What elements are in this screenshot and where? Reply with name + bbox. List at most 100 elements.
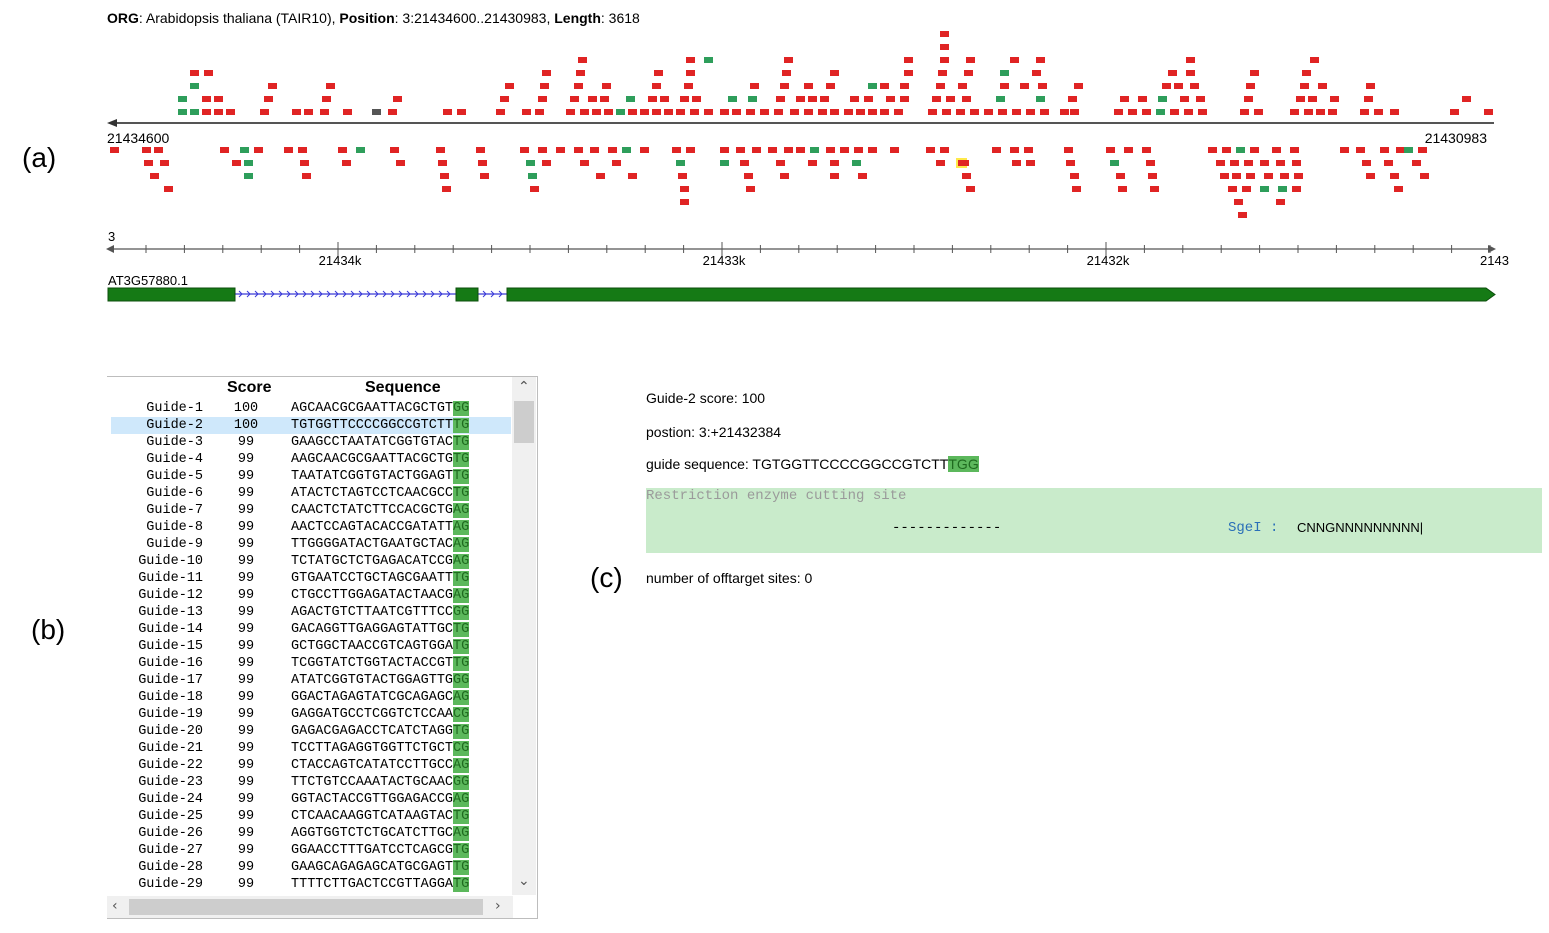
crispr-site-marker[interactable] (1316, 109, 1325, 115)
crispr-site-marker[interactable] (1250, 147, 1259, 153)
crispr-site-marker[interactable] (868, 83, 877, 89)
crispr-site-marker[interactable] (1246, 173, 1255, 179)
crispr-site-marker[interactable] (732, 109, 741, 115)
horizontal-scroll-thumb[interactable] (129, 899, 483, 915)
table-row[interactable]: Guide-8 99 AACTCCAGTACACCGATATTAG (111, 519, 511, 536)
crispr-site-marker[interactable] (1026, 160, 1035, 166)
crispr-site-marker[interactable] (1162, 83, 1171, 89)
crispr-site-marker[interactable] (538, 147, 547, 153)
crispr-site-marker[interactable] (164, 186, 173, 192)
crispr-site-marker[interactable] (590, 147, 599, 153)
crispr-site-marker[interactable] (232, 160, 241, 166)
crispr-site-marker[interactable] (1356, 147, 1365, 153)
crispr-site-marker[interactable] (1148, 173, 1157, 179)
crispr-site-marker[interactable] (574, 147, 583, 153)
crispr-sites-group[interactable] (110, 31, 1493, 218)
crispr-site-marker[interactable] (356, 147, 365, 153)
crispr-site-marker[interactable] (1020, 83, 1029, 89)
crispr-site-marker[interactable] (150, 173, 159, 179)
crispr-site-marker[interactable] (678, 173, 687, 179)
crispr-site-marker[interactable] (440, 173, 449, 179)
crispr-site-marker[interactable] (1292, 186, 1301, 192)
crispr-site-marker[interactable] (1404, 147, 1413, 153)
crispr-site-marker[interactable] (520, 147, 529, 153)
crispr-site-marker[interactable] (1396, 147, 1405, 153)
crispr-site-marker[interactable] (602, 83, 611, 89)
crispr-site-marker[interactable] (304, 109, 313, 115)
crispr-site-marker[interactable] (900, 83, 909, 89)
crispr-site-marker[interactable] (720, 109, 729, 115)
crispr-site-marker[interactable] (1296, 96, 1305, 102)
selected-site-marker[interactable] (958, 160, 967, 166)
crispr-site-marker[interactable] (1302, 70, 1311, 76)
crispr-site-marker[interactable] (284, 147, 293, 153)
crispr-site-marker[interactable] (956, 109, 965, 115)
crispr-site-marker[interactable] (672, 147, 681, 153)
crispr-site-marker[interactable] (596, 173, 605, 179)
crispr-site-marker[interactable] (1300, 83, 1309, 89)
crispr-site-marker[interactable] (110, 147, 119, 153)
crispr-site-marker[interactable] (1186, 57, 1195, 63)
table-row[interactable]: Guide-7 99 CAACTCTATCTTCCACGCTGAG (111, 502, 511, 519)
crispr-site-marker[interactable] (522, 109, 531, 115)
table-row[interactable]: Guide-6 99 ATACTCTAGTCCTCAACGCCTG (111, 485, 511, 502)
crispr-site-marker[interactable] (868, 109, 877, 115)
crispr-site-marker[interactable] (580, 109, 589, 115)
crispr-site-marker[interactable] (1208, 147, 1217, 153)
crispr-site-marker[interactable] (1010, 57, 1019, 63)
table-row[interactable]: Guide-3 99 GAAGCCTAATATCGGTGTACTG (111, 434, 511, 451)
crispr-site-marker[interactable] (178, 96, 187, 102)
crispr-site-marker[interactable] (740, 160, 749, 166)
crispr-site-marker[interactable] (852, 160, 861, 166)
crispr-site-marker[interactable] (1246, 83, 1255, 89)
crispr-site-marker[interactable] (940, 147, 949, 153)
crispr-site-marker[interactable] (1264, 173, 1273, 179)
crispr-site-marker[interactable] (856, 109, 865, 115)
crispr-site-marker[interactable] (1250, 70, 1259, 76)
table-row[interactable]: Guide-13 99 AGACTGTCTTAATCGTTTCCGG (111, 604, 511, 621)
crispr-site-marker[interactable] (1234, 199, 1243, 205)
crispr-site-marker[interactable] (244, 173, 253, 179)
crispr-site-marker[interactable] (443, 109, 452, 115)
crispr-site-marker[interactable] (556, 147, 565, 153)
crispr-site-marker[interactable] (854, 147, 863, 153)
crispr-site-marker[interactable] (850, 96, 859, 102)
table-row[interactable]: Guide-17 99 ATATCGGTGTACTGGAGTTGGG (111, 672, 511, 689)
crispr-site-marker[interactable] (1070, 173, 1079, 179)
crispr-site-marker[interactable] (338, 147, 347, 153)
crispr-site-marker[interactable] (608, 147, 617, 153)
crispr-site-marker[interactable] (1072, 186, 1081, 192)
crispr-site-marker[interactable] (830, 70, 839, 76)
crispr-site-marker[interactable] (970, 109, 979, 115)
crispr-site-marker[interactable] (1128, 109, 1137, 115)
crispr-site-marker[interactable] (1390, 173, 1399, 179)
score-header[interactable]: Score (227, 379, 271, 397)
crispr-site-marker[interactable] (542, 70, 551, 76)
crispr-site-marker[interactable] (1158, 96, 1167, 102)
crispr-site-marker[interactable] (1000, 70, 1009, 76)
crispr-site-marker[interactable] (570, 96, 579, 102)
crispr-site-marker[interactable] (940, 44, 949, 50)
table-row[interactable]: Guide-15 99 GCTGGCTAACCGTCAGTGGATG (111, 638, 511, 655)
crispr-site-marker[interactable] (686, 57, 695, 63)
crispr-site-marker[interactable] (1394, 186, 1403, 192)
crispr-site-marker[interactable] (966, 57, 975, 63)
crispr-site-marker[interactable] (1216, 160, 1225, 166)
crispr-site-marker[interactable] (1010, 147, 1019, 153)
crispr-site-marker[interactable] (686, 70, 695, 76)
crispr-site-marker[interactable] (388, 109, 397, 115)
crispr-site-marker[interactable] (322, 96, 331, 102)
crispr-site-marker[interactable] (1308, 96, 1317, 102)
crispr-site-marker[interactable] (692, 96, 701, 102)
crispr-site-marker[interactable] (796, 147, 805, 153)
crispr-site-marker[interactable] (1294, 173, 1303, 179)
table-row[interactable]: Guide-24 99 GGTACTACCGTTGGAGACCGAG (111, 791, 511, 808)
crispr-site-marker[interactable] (1240, 109, 1249, 115)
crispr-site-marker[interactable] (1360, 109, 1369, 115)
crispr-site-marker[interactable] (760, 109, 769, 115)
crispr-site-marker[interactable] (1110, 160, 1119, 166)
crispr-site-marker[interactable] (600, 96, 609, 102)
crispr-site-marker[interactable] (190, 70, 199, 76)
crispr-site-marker[interactable] (1280, 173, 1289, 179)
crispr-site-marker[interactable] (1064, 147, 1073, 153)
